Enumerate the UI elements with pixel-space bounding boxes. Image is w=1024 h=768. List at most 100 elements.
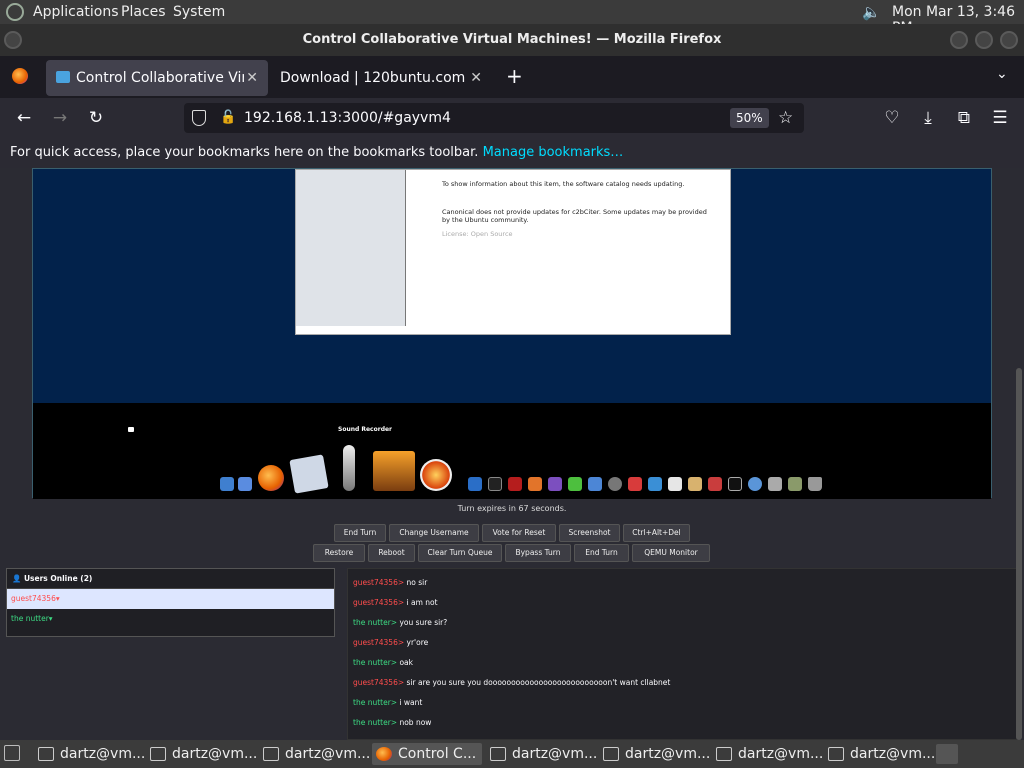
dock-app-icon[interactable] — [488, 477, 502, 491]
close-tab-icon[interactable]: ✕ — [246, 60, 258, 96]
software-info-dialog: To show information about this item, the… — [295, 169, 731, 335]
taskbar-item-terminal[interactable]: dartz@vm... — [259, 743, 370, 765]
zoom-level[interactable]: 50% — [730, 108, 769, 128]
dock-photo-icon[interactable] — [373, 451, 415, 491]
end-turn-button[interactable]: End Turn — [334, 524, 386, 542]
qemu-monitor-button[interactable]: QEMU Monitor — [632, 544, 710, 562]
applications-menu[interactable]: Applications — [33, 4, 119, 20]
dock-burner-icon[interactable] — [420, 459, 452, 491]
taskbar-item-terminal[interactable]: dartz@vm... — [712, 743, 823, 765]
taskbar-label: dartz@vm... — [738, 746, 824, 762]
end-turn-button-2[interactable]: End Turn — [574, 544, 629, 562]
page-scrollbar[interactable] — [1016, 368, 1022, 740]
hamburger-menu-icon[interactable]: ☰ — [990, 108, 1010, 128]
dock-app-icon[interactable] — [768, 477, 782, 491]
user-list-item[interactable]: guest74356▾ — [7, 589, 334, 609]
show-desktop-icon[interactable] — [4, 745, 20, 761]
dock-app-icon[interactable] — [608, 477, 622, 491]
chat-message: guest74356> no sir — [353, 578, 427, 587]
dock-finder-icon[interactable] — [220, 477, 234, 491]
close-tab-icon[interactable]: ✕ — [470, 60, 482, 96]
chat-user: the nutter> — [353, 698, 398, 707]
chat-message: guest74356> i am not — [353, 598, 438, 607]
bookmarks-hint: For quick access, place your bookmarks h… — [10, 145, 479, 160]
bookmarks-toolbar: For quick access, place your bookmarks h… — [0, 138, 1024, 168]
dock-mail-icon[interactable] — [289, 454, 329, 494]
chat-message: the nutter> i want — [353, 698, 422, 707]
dock-firefox-icon[interactable] — [258, 465, 284, 491]
manage-bookmarks-link[interactable]: Manage bookmarks… — [483, 145, 624, 160]
url-bar[interactable]: 🔓 192.168.1.13:3000/#gayvm4 50% ☆ — [184, 103, 804, 133]
reboot-button[interactable]: Reboot — [368, 544, 415, 562]
dock-app-icon[interactable] — [688, 477, 702, 491]
places-menu[interactable]: Places — [121, 4, 166, 20]
dock-app-icon[interactable] — [508, 477, 522, 491]
window-menu-button[interactable] — [4, 31, 22, 49]
screenshot-button[interactable]: Screenshot — [559, 524, 620, 542]
dock-app-icon[interactable] — [708, 477, 722, 491]
dock-terminal-icon[interactable] — [728, 477, 742, 491]
dock-app-icon[interactable] — [568, 477, 582, 491]
chat-text: no sir — [406, 578, 428, 587]
taskbar: dartz@vm... dartz@vm... dartz@vm... Cont… — [0, 740, 1024, 768]
back-icon[interactable]: ← — [14, 108, 34, 128]
url-text[interactable]: 192.168.1.13:3000/#gayvm4 — [244, 103, 451, 133]
change-username-button[interactable]: Change Username — [389, 524, 479, 542]
vm-display[interactable]: To show information about this item, the… — [32, 168, 992, 499]
taskbar-label: Control C... — [398, 746, 477, 762]
dock-trash-icon[interactable] — [808, 477, 822, 491]
clear-turn-queue-button[interactable]: Clear Turn Queue — [418, 544, 502, 562]
dock-app-icon[interactable] — [748, 477, 762, 491]
list-all-tabs-icon[interactable]: ⌄ — [996, 66, 1008, 82]
vote-reset-button[interactable]: Vote for Reset — [482, 524, 556, 542]
dock-app-icon[interactable] — [668, 477, 682, 491]
forward-icon[interactable]: → — [50, 108, 70, 128]
volume-icon[interactable]: 🔈 — [862, 3, 881, 21]
lock-icon[interactable]: 🔓 — [220, 103, 236, 133]
taskbar-label: dartz@vm... — [285, 746, 371, 762]
dock-app-icon[interactable] — [528, 477, 542, 491]
dock-app-icon[interactable] — [238, 477, 252, 491]
tab-control-collaborative[interactable]: Control Collaborative Virtua ✕ — [46, 60, 268, 96]
chat-user: the nutter> — [353, 618, 398, 627]
dock-app-icon[interactable] — [468, 477, 482, 491]
ctrl-alt-del-button[interactable]: Ctrl+Alt+Del — [623, 524, 690, 542]
pocket-icon[interactable]: ♡ — [882, 108, 902, 128]
end-turn-label: End Turn — [343, 528, 377, 537]
downloads-icon[interactable]: ⤓ — [918, 108, 938, 128]
new-tab-button[interactable]: + — [506, 64, 523, 88]
caret-down-icon: ▾ — [48, 614, 53, 623]
user-list-item[interactable]: the nutter▾ — [7, 609, 334, 629]
firefox-view-icon[interactable] — [12, 68, 28, 84]
taskbar-item-terminal[interactable]: dartz@vm... — [146, 743, 257, 765]
distro-logo-icon[interactable] — [6, 3, 24, 21]
dock-app-icon[interactable] — [788, 477, 802, 491]
restore-button[interactable]: Restore — [313, 544, 365, 562]
taskbar-label: dartz@vm... — [625, 746, 711, 762]
extensions-icon[interactable]: ⧉ — [954, 108, 974, 128]
end-turn-label: End Turn — [585, 548, 618, 557]
shield-icon[interactable] — [192, 110, 206, 126]
firefox-launcher-icon[interactable] — [936, 744, 958, 764]
reload-icon[interactable]: ↻ — [86, 108, 106, 128]
bookmark-star-icon[interactable]: ☆ — [778, 103, 793, 133]
close-window-button[interactable] — [1000, 31, 1018, 49]
taskbar-item-firefox[interactable]: Control C... — [372, 743, 482, 765]
user-icon: 👤 — [12, 574, 22, 583]
dock-app-icon[interactable] — [628, 477, 642, 491]
taskbar-item-terminal[interactable]: dartz@vm... — [599, 743, 710, 765]
tab-download[interactable]: Download | 120buntu.com ✕ — [270, 60, 492, 96]
bypass-turn-button[interactable]: Bypass Turn — [505, 544, 571, 562]
screenshot-label: Screenshot — [568, 528, 611, 537]
system-menu[interactable]: System — [173, 4, 225, 20]
dock-app-icon[interactable] — [588, 477, 602, 491]
maximize-button[interactable] — [975, 31, 993, 49]
dock-microphone-icon[interactable] — [343, 445, 355, 491]
minimize-button[interactable] — [950, 31, 968, 49]
taskbar-item-terminal[interactable]: dartz@vm... — [486, 743, 597, 765]
dock-app-icon[interactable] — [548, 477, 562, 491]
taskbar-label: dartz@vm... — [512, 746, 598, 762]
dock-app-icon[interactable] — [648, 477, 662, 491]
taskbar-item-terminal[interactable]: dartz@vm... — [824, 743, 935, 765]
taskbar-item-terminal[interactable]: dartz@vm... — [34, 743, 145, 765]
